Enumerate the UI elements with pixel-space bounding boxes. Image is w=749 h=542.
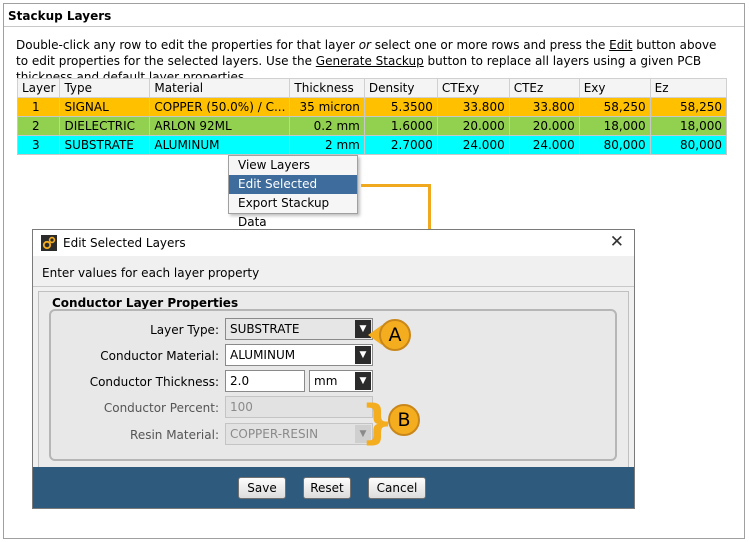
cancel-button[interactable]: Cancel — [368, 477, 426, 499]
generate-stackup-link[interactable]: Generate Stackup — [316, 54, 424, 68]
group-title: Conductor Layer Properties — [52, 296, 239, 310]
cell-ctexy: 24.000 — [436, 135, 510, 155]
properties-frame: Layer Type: SUBSTRATE ▼ Conductor Materi… — [49, 309, 617, 461]
intro-text-2: select one or more rows and press the — [370, 38, 610, 52]
cell-ez: 80,000 — [649, 135, 728, 155]
column-header[interactable]: CTExy — [436, 78, 510, 98]
cell-type: SIGNAL — [59, 97, 151, 117]
cell-thickness: 35 micron — [289, 97, 365, 117]
cell-layer: 2 — [16, 116, 61, 136]
cell-material: COPPER (50.0%) / C... — [149, 97, 291, 117]
cell-ctexy: 20.000 — [436, 116, 510, 136]
edit-link[interactable]: Edit — [609, 38, 632, 52]
conductor-percent-value: 100 — [230, 400, 253, 414]
chevron-down-icon: ▼ — [355, 346, 371, 364]
conductor-thickness-input[interactable]: 2.0 — [225, 370, 305, 392]
cell-thickness: 2 mm — [289, 135, 365, 155]
cell-layer: 3 — [16, 135, 61, 155]
layers-table: Layer Type Material Thickness Density CT… — [16, 78, 728, 155]
cell-ctez: 24.000 — [508, 135, 580, 155]
reset-button[interactable]: Reset — [303, 477, 351, 499]
layer-type-select[interactable]: SUBSTRATE ▼ — [225, 318, 373, 340]
table-row[interactable]: 2 DIELECTRIC ARLON 92ML 0.2 mm 1.6000 20… — [16, 116, 728, 136]
cell-type: SUBSTRATE — [59, 135, 151, 155]
conductor-thickness-value: 2.0 — [230, 374, 250, 388]
intro-or: or — [358, 38, 371, 52]
column-header[interactable]: Density — [363, 78, 438, 98]
cell-exy: 18,000 — [578, 116, 651, 136]
cell-exy: 58,250 — [578, 97, 651, 117]
conductor-layer-properties-group: Conductor Layer Properties Layer Type: S… — [38, 291, 629, 468]
cell-layer: 1 — [16, 97, 61, 117]
column-header[interactable]: Layer — [16, 78, 61, 98]
table-header-row: Layer Type Material Thickness Density CT… — [16, 78, 728, 98]
close-icon[interactable]: ✕ — [610, 232, 624, 252]
table-row[interactable]: 1 SIGNAL COPPER (50.0%) / C... 35 micron… — [16, 97, 728, 117]
conductor-percent-input[interactable]: 100 — [225, 396, 373, 418]
callout-a-badge: A — [379, 319, 411, 351]
intro-text-1: Double-click any row to edit the propert… — [16, 38, 359, 52]
dialog-titlebar: Edit Selected Layers ✕ — [33, 230, 634, 256]
callout-arrow — [428, 184, 431, 230]
column-header[interactable]: Type — [59, 78, 151, 98]
cell-density: 5.3500 — [363, 97, 438, 117]
edit-selected-layers-dialog: Edit Selected Layers ✕ Enter values for … — [32, 229, 635, 509]
panel-title: Stackup Layers — [8, 9, 112, 23]
column-header[interactable]: Exy — [578, 78, 651, 98]
cell-exy: 80,000 — [578, 135, 651, 155]
dialog-button-bar: Save Reset Cancel — [33, 467, 634, 508]
conductor-material-value: ALUMINUM — [230, 348, 296, 362]
app-logo-icon — [41, 235, 57, 251]
conductor-thickness-label: Conductor Thickness: — [89, 375, 219, 389]
column-header[interactable]: CTEz — [508, 78, 580, 98]
cell-ez: 58,250 — [649, 97, 728, 117]
cell-ez: 18,000 — [649, 116, 728, 136]
conductor-material-label: Conductor Material: — [100, 349, 219, 363]
conductor-percent-label: Conductor Percent: — [103, 401, 219, 415]
thickness-unit-select[interactable]: mm ▼ — [309, 370, 373, 392]
cell-ctez: 33.800 — [508, 97, 580, 117]
chevron-down-icon: ▼ — [355, 372, 371, 390]
thickness-unit-value: mm — [314, 374, 338, 388]
column-header[interactable]: Thickness — [289, 78, 365, 98]
callout-arrow — [361, 184, 431, 187]
resin-material-label: Resin Material: — [130, 428, 219, 442]
layer-type-value: SUBSTRATE — [230, 322, 300, 336]
dialog-title: Edit Selected Layers — [63, 236, 186, 250]
cell-material: ARLON 92ML — [149, 116, 291, 136]
cell-ctez: 20.000 — [508, 116, 580, 136]
resin-material-select[interactable]: COPPER-RESIN ▼ — [225, 423, 373, 445]
cell-ctexy: 33.800 — [436, 97, 510, 117]
table-row[interactable]: 3 SUBSTRATE ALUMINUM 2 mm 2.7000 24.000 … — [16, 135, 728, 155]
menu-item-view-layers[interactable]: View Layers — [229, 156, 357, 175]
conductor-material-select[interactable]: ALUMINUM ▼ — [225, 344, 373, 366]
panel-divider — [4, 26, 744, 27]
column-header[interactable]: Ez — [649, 78, 728, 98]
cell-material: ALUMINUM — [149, 135, 291, 155]
dialog-divider — [33, 286, 634, 287]
column-header[interactable]: Material — [149, 78, 291, 98]
resin-material-value: COPPER-RESIN — [230, 427, 319, 441]
callout-b-badge: B — [388, 404, 420, 436]
menu-item-edit-selected-layers[interactable]: Edit Selected Layers — [229, 175, 357, 210]
cell-density: 1.6000 — [363, 116, 438, 136]
cell-density: 2.7000 — [363, 135, 438, 155]
dialog-hint: Enter values for each layer property — [42, 266, 260, 280]
context-menu: View Layers Edit Selected Layers Export … — [228, 155, 358, 229]
cell-type: DIELECTRIC — [59, 116, 151, 136]
layer-type-label: Layer Type: — [150, 323, 219, 337]
save-button[interactable]: Save — [238, 477, 286, 499]
menu-item-export-stackup-data[interactable]: Export Stackup Data — [229, 194, 357, 229]
cell-thickness: 0.2 mm — [289, 116, 365, 136]
